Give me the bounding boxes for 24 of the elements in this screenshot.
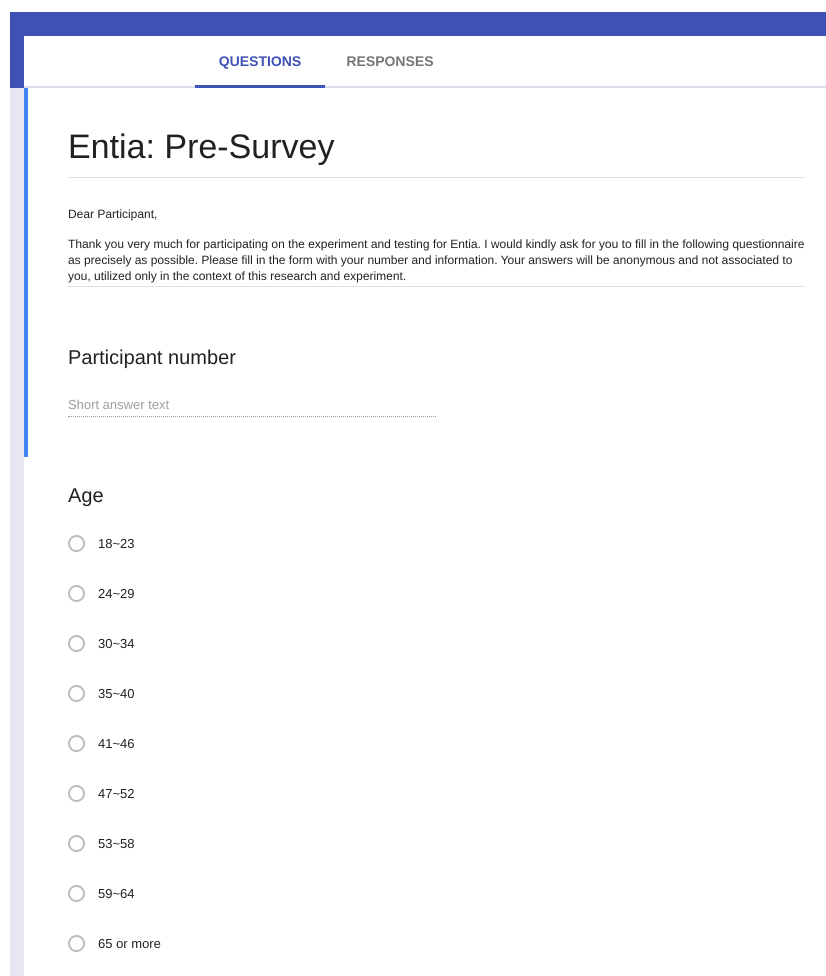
radio-button[interactable] — [68, 934, 85, 952]
option-label: 18~23 — [98, 536, 135, 550]
question-title: Participant number — [68, 347, 237, 370]
form-description: Thank you very much for participating on the experiment and testing for Entia. I would kindly ask for you to fill in the following questionnaire as precisely as possible. Please fill in the form with your number and information. Your answers will be anonymous and not associated to you, utilized only in the context of this research and experiment. — [68, 236, 805, 287]
radio-button[interactable] — [68, 534, 85, 552]
option-label: 65 or more — [98, 936, 161, 950]
tab[interactable]: RESPONSES — [325, 36, 455, 88]
option-label: 30~34 — [98, 636, 135, 650]
radio-button[interactable] — [68, 784, 85, 802]
radio-button[interactable] — [68, 684, 85, 702]
radio-button[interactable] — [68, 884, 85, 902]
option-label: 59~64 — [98, 886, 135, 900]
radio-button[interactable] — [68, 734, 85, 752]
form-description: Dear Participant, — [68, 206, 158, 222]
option-label: 47~52 — [98, 786, 135, 800]
radio-button[interactable] — [68, 584, 85, 602]
radio-button[interactable] — [68, 834, 85, 852]
form-title: Entia: Pre-Survey — [68, 88, 805, 178]
option-label: 53~58 — [98, 836, 135, 850]
radio-button[interactable] — [68, 634, 85, 652]
question-title: Age — [68, 485, 105, 508]
option-label: 24~29 — [98, 586, 135, 600]
option-label: 41~46 — [98, 736, 135, 750]
option-label: 35~40 — [98, 686, 135, 700]
